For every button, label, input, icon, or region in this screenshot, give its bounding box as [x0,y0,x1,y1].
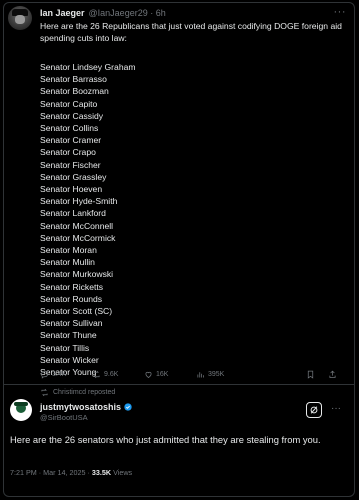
share-icon [329,370,336,378]
senator-item: Senator Collins [40,123,99,134]
senator-item: Senator Cramer [40,135,102,146]
tweet-header: Ian Jaeger @IanJaeger29 · 6h [40,6,166,20]
senator-item: Senator Sullivan [40,318,103,329]
reply-count: 3.4K [52,371,67,378]
senator-item: Senator Fischer [40,159,101,170]
bookmark-button[interactable] [306,370,318,379]
post-author[interactable]: justmytwosatoshis @SirBootUSA [40,402,132,423]
repost-icon [41,388,48,397]
senator-item: Senator Barrasso [40,74,107,85]
like-count: 16K [156,371,169,378]
senator-item: Senator Hoeven [40,184,103,195]
senator-item: Senator Hyde-Smith [40,196,118,207]
senator-item: Senator Lankford [40,208,106,219]
repost-icon [93,370,100,379]
tweet-text: Here are the 26 Republicans that just vo… [40,21,342,43]
senator-list: Senator Lindsey Graham Senator Barrasso Se… [40,61,136,378]
senator-item: Senator Moran [40,245,97,256]
senator-item: Senator Thune [40,330,97,341]
avatar-face [15,15,25,24]
avatar-hat [14,402,28,406]
senator-item: Senator Ricketts [40,281,104,292]
senator-item: Senator McConnell [40,220,114,231]
senator-item: Senator McCormick [40,232,116,243]
senator-item: Senator Tillis [40,342,90,353]
share-button[interactable] [328,370,340,379]
verified-icon [124,403,132,411]
grok-button[interactable] [306,402,322,418]
senator-item: Senator Wicker [40,354,99,365]
divider [4,384,354,385]
grok-icon [310,406,318,414]
senator-item: Senator Capito [40,98,98,109]
senator-item: Senator Scott (SC) [40,306,113,317]
senator-item: Senator Grassley [40,171,107,182]
senator-item: Senator Mullin [40,257,95,268]
avatar[interactable] [8,6,32,30]
views-count: 33.5K [91,468,112,477]
views-count: 395K [208,371,225,378]
senator-item: Senator Cassidy [40,110,104,121]
repost-button[interactable]: 9.6K [92,370,118,379]
post-meta: 7:21 PM · Mar 14, 2025 · 33.5K Views [10,468,132,477]
author-name-row: justmytwosatoshis [40,402,132,412]
views-button[interactable]: 395K [196,370,224,379]
like-icon [145,371,152,378]
timestamp[interactable]: 7:21 PM · Mar 14, 2025 · [10,468,92,477]
more-icon[interactable]: ··· [334,6,347,18]
reply-icon [41,371,48,379]
senator-item: Senator Murkowski [40,269,114,280]
like-button[interactable]: 16K [144,370,168,379]
author-handle[interactable]: @SirBootUSA [40,413,132,423]
reposted-by: Christimcd reposted [53,389,116,396]
repost-count: 9.6K [104,371,119,378]
author-handle[interactable]: @IanJaeger29 · 6h [89,8,166,18]
tweet-actions: 3.4K 9.6K 16K 395K [40,370,340,384]
post-text: Here are the 26 senators who just admitt… [10,434,321,445]
reply-button[interactable]: 3.4K [40,370,66,379]
senator-item: Senator Lindsey Graham [40,62,136,72]
author-name[interactable]: Ian Jaeger [40,8,85,18]
more-icon[interactable]: ··· [331,404,341,414]
senator-item: Senator Rounds [40,293,103,304]
bookmark-icon [307,370,314,379]
avatar[interactable] [10,399,32,421]
author-name[interactable]: justmytwosatoshis [40,402,121,412]
senator-item: Senator Boozman [40,86,109,97]
views-label: Views [111,468,133,477]
senator-item: Senator Crapo [40,147,96,158]
repost-indicator[interactable]: Christimcd reposted [40,388,115,397]
views-icon [197,372,204,378]
